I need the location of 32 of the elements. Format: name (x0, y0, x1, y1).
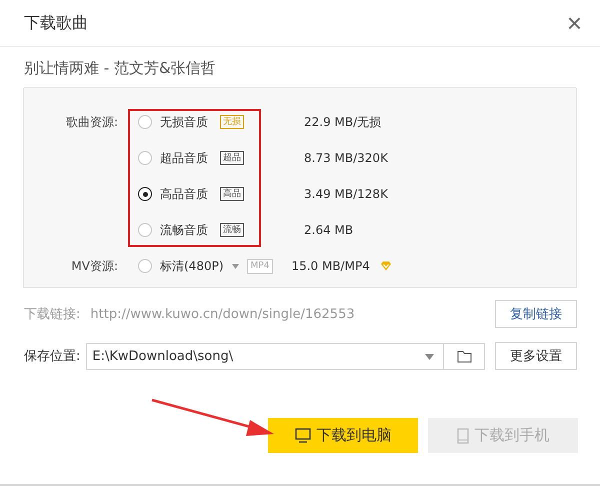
quality-badge: 超品 (220, 151, 244, 165)
quality-label: 无损音质 (160, 114, 209, 130)
field-label: 歌曲资源: (64, 114, 119, 130)
field-label: MV资源: (70, 258, 119, 274)
dropdown-caret-icon[interactable] (232, 264, 239, 268)
path-field[interactable]: E:\KwDownload\song\ (86, 342, 444, 370)
quality-badge: 无损 (220, 115, 244, 129)
quality-label: 高品音质 (160, 186, 209, 202)
field-label: 保存位置: (24, 348, 80, 365)
quality-badge: 高品 (220, 187, 244, 201)
format-badge: MP4 (246, 258, 274, 274)
more-settings-button[interactable]: 更多设置 (495, 342, 577, 370)
quality-label: 超品音质 (160, 150, 209, 166)
dropdown-caret-icon[interactable] (425, 354, 434, 360)
field-label: 下载链接: (24, 306, 80, 323)
download-to-computer-button[interactable]: 下载到电脑 (268, 418, 418, 453)
phone-icon (456, 428, 468, 444)
file-size: 2.64 MB (304, 223, 354, 237)
file-size: 3.49 MB/128K (304, 187, 389, 201)
folder-button[interactable] (444, 342, 486, 370)
folder-icon (456, 350, 472, 362)
monitor-icon (294, 428, 310, 443)
file-size: 8.73 MB/320K (304, 151, 389, 165)
window-title: 下载歌曲 (24, 12, 88, 34)
radio-button[interactable] (138, 187, 152, 201)
quality-label: 流畅音质 (160, 222, 209, 238)
quality-label: 标清(480P) (160, 258, 224, 274)
quality-badge: 流畅 (220, 223, 244, 237)
file-size: 22.9 MB/无损 (304, 114, 382, 130)
close-button[interactable]: × (562, 10, 586, 36)
copy-link-button[interactable]: 复制链接 (495, 300, 577, 328)
file-size: 15.0 MB/MP4 (291, 259, 370, 273)
